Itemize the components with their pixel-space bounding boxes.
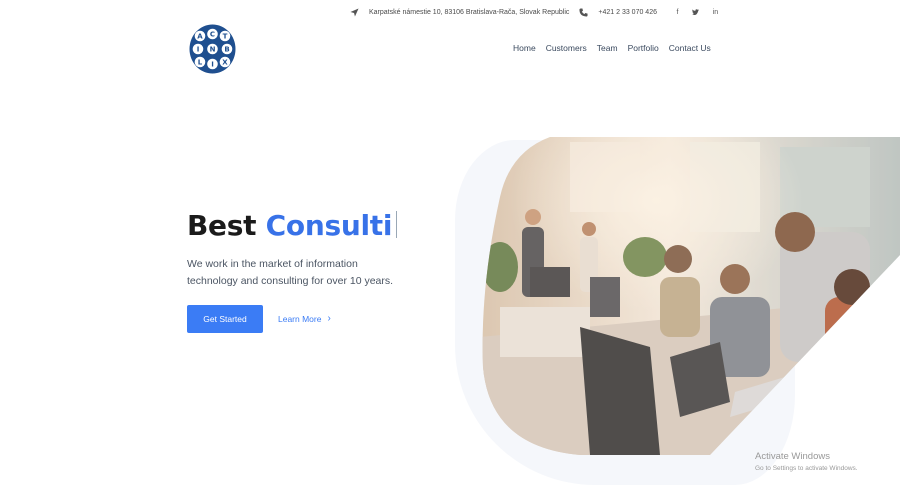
watermark-subtitle: Go to Settings to activate Windows. <box>755 465 858 472</box>
learn-more-link[interactable]: Learn More › <box>278 313 331 324</box>
nav-team[interactable]: Team <box>597 43 618 53</box>
get-started-button[interactable]: Get Started <box>187 305 263 333</box>
nav-portfolio[interactable]: Portfolio <box>628 43 659 53</box>
nav-customers[interactable]: Customers <box>546 43 587 53</box>
hero-subtitle: We work in the market of information tec… <box>187 258 394 287</box>
logo-letter: C <box>210 31 215 39</box>
typing-caret <box>396 211 398 238</box>
logo-letter: N <box>210 46 216 54</box>
hero-title: Best Consulti <box>187 209 398 242</box>
linkedin-icon[interactable]: in <box>711 9 720 16</box>
location-arrow-icon <box>350 7 359 17</box>
watermark-title: Activate Windows <box>755 451 830 462</box>
phone-icon <box>579 7 588 17</box>
chevron-right-icon: › <box>327 313 331 324</box>
top-info-bar: Karpatské námestie 10, 83106 Bratislava-… <box>350 6 720 18</box>
logo-letter: T <box>223 33 228 41</box>
address-text: Karpatské námestie 10, 83106 Bratislava-… <box>369 8 570 16</box>
main-nav: Home Customers Team Portfolio Contact Us <box>513 43 721 53</box>
social-links: f in <box>673 9 720 16</box>
learn-more-label: Learn More <box>278 313 322 324</box>
company-logo[interactable]: ACT INB LIX <box>189 24 236 74</box>
facebook-icon[interactable]: f <box>673 9 682 16</box>
twitter-icon[interactable] <box>691 9 701 15</box>
logo-letter: I <box>211 61 214 69</box>
logo-letter: X <box>222 59 228 67</box>
nav-home[interactable]: Home <box>513 43 536 53</box>
nav-contact-us[interactable]: Contact Us <box>669 43 711 53</box>
phone-text: +421 2 33 070 426 <box>598 8 657 16</box>
logo-letter: L <box>198 59 203 67</box>
hero-title-highlight: Consulti <box>265 209 393 242</box>
windows-activation-watermark: Activate Windows Go to Settings to activ… <box>755 451 858 472</box>
logo-letter: B <box>224 46 229 54</box>
hero-team-photo <box>482 137 900 455</box>
hero-title-prefix: Best <box>187 209 257 242</box>
logo-letter: I <box>197 46 200 54</box>
logo-letter: A <box>197 33 203 41</box>
